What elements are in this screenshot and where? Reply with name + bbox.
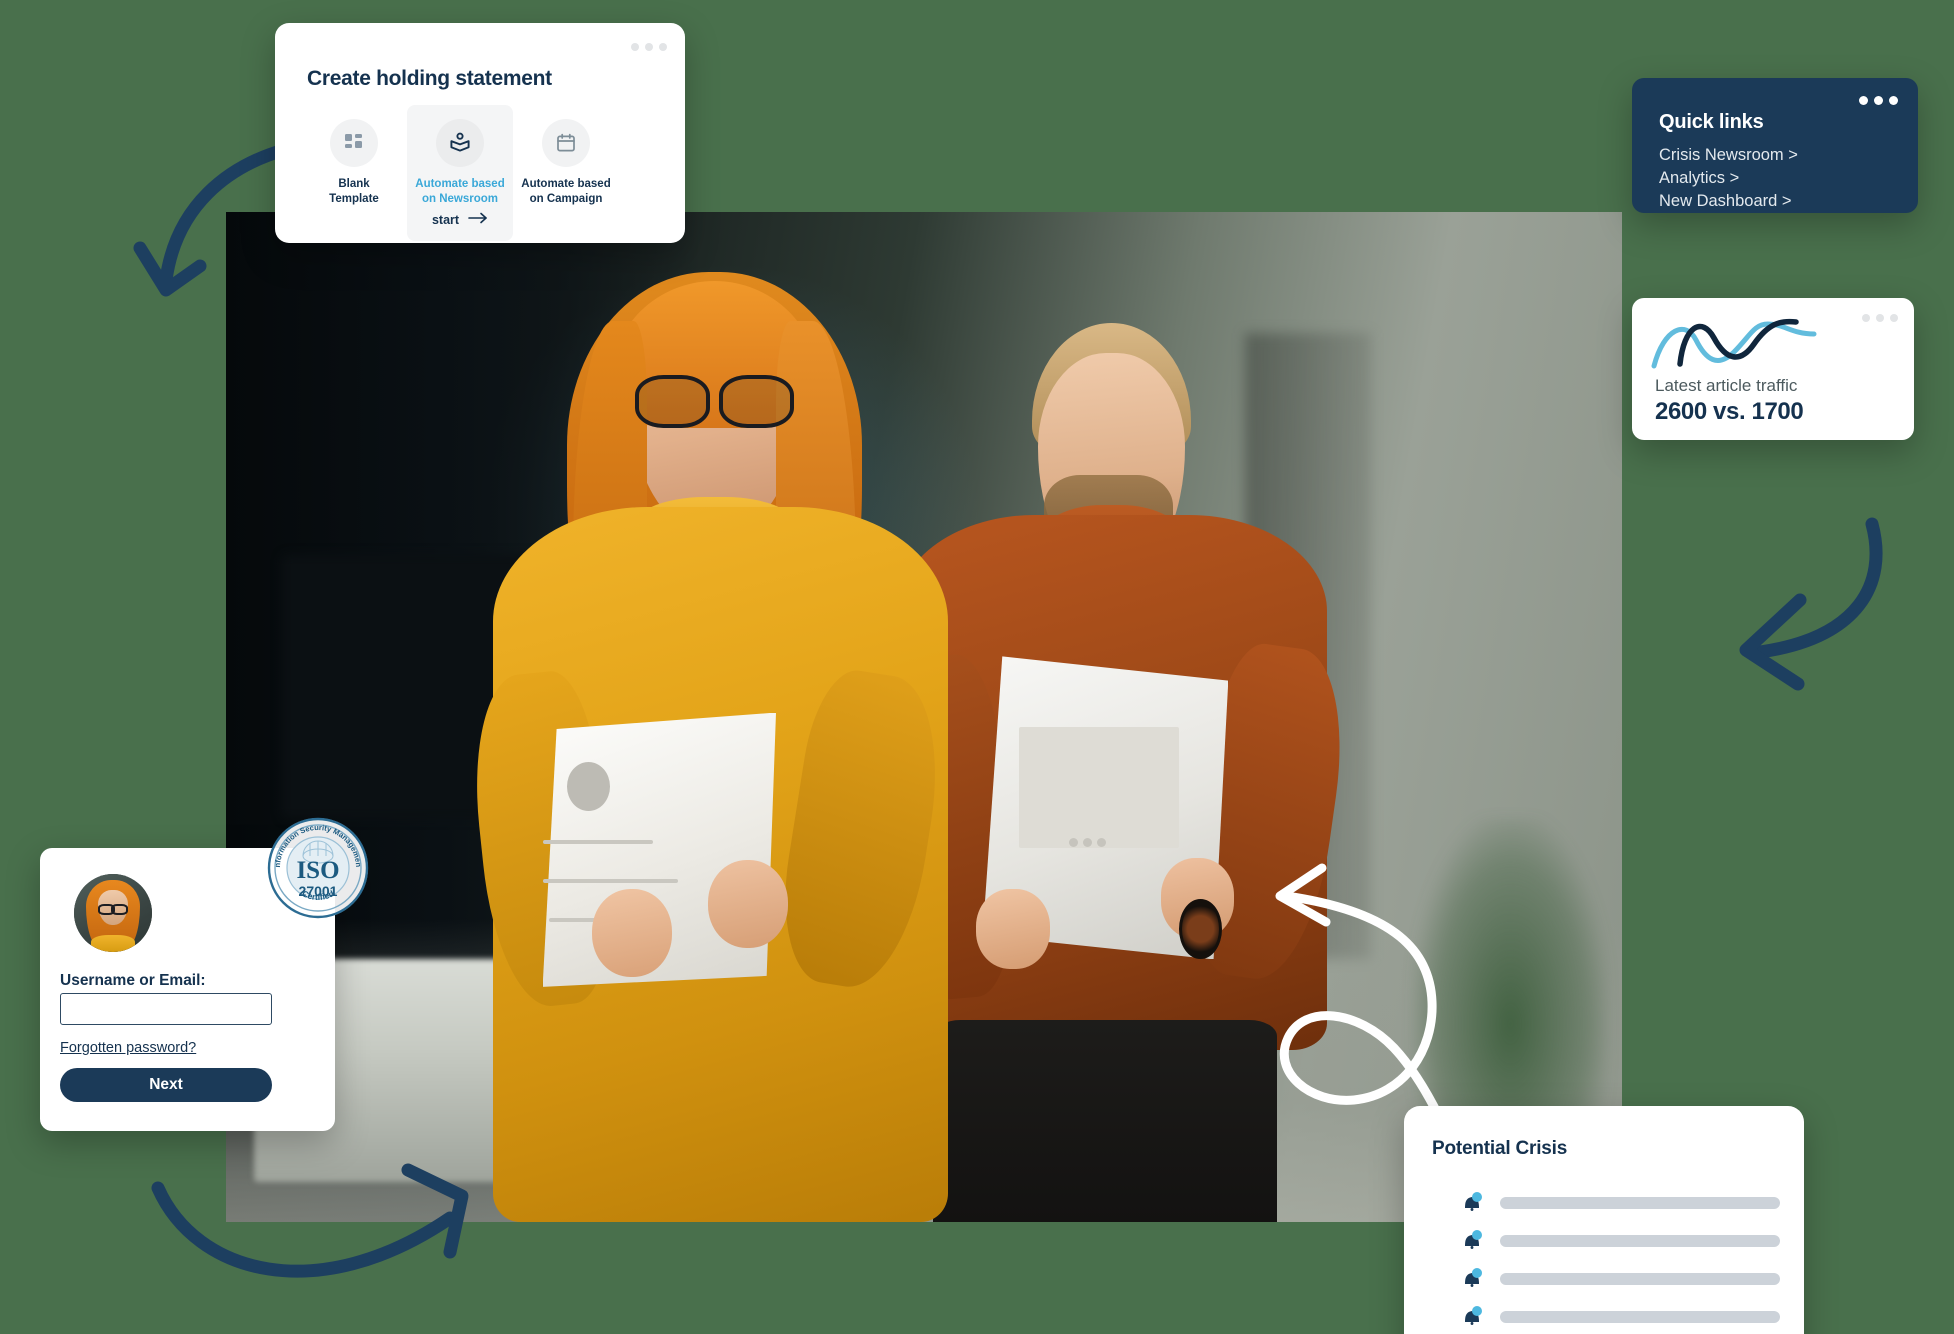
more-options-icon[interactable] xyxy=(631,43,667,51)
list-item[interactable] xyxy=(1460,1260,1780,1298)
woman-left-hand xyxy=(591,888,672,978)
option-label-line1: Blank xyxy=(338,178,370,190)
option-label-line1: Automate based xyxy=(521,178,611,190)
bell-alert-icon xyxy=(1460,1304,1484,1330)
arrow-right-icon xyxy=(468,212,488,227)
username-input[interactable] xyxy=(60,993,272,1025)
list-item[interactable] xyxy=(1460,1184,1780,1222)
woman-in-yellow-sweater xyxy=(407,242,1021,1222)
quick-link-new-dashboard[interactable]: New Dashboard > xyxy=(1659,190,1798,213)
username-field-label: Username or Email: xyxy=(60,972,206,989)
newsroom-book-icon xyxy=(436,119,484,167)
grid-template-icon xyxy=(330,119,378,167)
arrow-to-traffic-card xyxy=(1739,517,1883,691)
alert-text-placeholder xyxy=(1500,1311,1780,1323)
latest-article-traffic-card[interactable]: Latest article traffic 2600 vs. 1700 xyxy=(1632,298,1914,440)
bell-alert-icon xyxy=(1460,1190,1484,1216)
start-label: start xyxy=(431,212,460,227)
woman-glasses xyxy=(634,374,795,428)
option-label: Automate based on Campaign xyxy=(519,177,613,206)
iso-certification-badge: ISO 27001 Information Security Managemen… xyxy=(265,809,370,920)
option-label-line2: Template xyxy=(329,192,379,205)
svg-text:ISO: ISO xyxy=(296,857,339,884)
traffic-sparkline-icon xyxy=(1650,308,1830,379)
list-item[interactable] xyxy=(1460,1298,1780,1334)
avatar xyxy=(74,874,152,952)
forgotten-password-link[interactable]: Forgotten password? xyxy=(60,1040,196,1056)
template-option-list: Blank Template Automate based on Newsroo… xyxy=(301,105,619,241)
start-button[interactable]: start xyxy=(301,212,619,227)
option-label-line2: on Newsroom xyxy=(421,192,499,205)
document-a-chart xyxy=(567,761,611,811)
bell-alert-icon xyxy=(1460,1228,1484,1254)
calendar-icon xyxy=(542,119,590,167)
option-label: Blank Template xyxy=(307,177,401,206)
quick-links-card[interactable]: Quick links Crisis Newsroom > Analytics … xyxy=(1632,78,1918,213)
traffic-label: Latest article traffic xyxy=(1655,376,1798,395)
man-wristwatch xyxy=(1179,898,1223,960)
alert-text-placeholder xyxy=(1500,1273,1780,1285)
hero-photo xyxy=(226,212,1622,1222)
document-a-line xyxy=(542,839,654,844)
alert-text-placeholder xyxy=(1500,1197,1780,1209)
alert-text-placeholder xyxy=(1500,1235,1780,1247)
card-title: Create holding statement xyxy=(307,67,552,90)
document-a-line xyxy=(542,879,678,884)
more-options-icon[interactable] xyxy=(1859,96,1898,105)
option-automate-newsroom[interactable]: Automate based on Newsroom start xyxy=(407,105,513,241)
option-label-line1: Automate based xyxy=(415,178,505,190)
crisis-alert-list xyxy=(1460,1184,1780,1334)
woman-right-hand xyxy=(708,859,789,948)
create-holding-statement-card[interactable]: Create holding statement Blank Template xyxy=(275,23,685,243)
next-button[interactable]: Next xyxy=(60,1068,272,1102)
card-title: Potential Crisis xyxy=(1432,1138,1568,1159)
promo-collage: Create holding statement Blank Template xyxy=(0,0,1954,1334)
traffic-value: 2600 vs. 1700 xyxy=(1655,398,1804,425)
bell-alert-icon xyxy=(1460,1266,1484,1292)
quick-link-analytics[interactable]: Analytics > xyxy=(1659,167,1798,190)
potential-crisis-card[interactable]: Potential Crisis xyxy=(1404,1106,1804,1334)
more-options-icon[interactable] xyxy=(1862,314,1898,322)
quick-link-crisis-newsroom[interactable]: Crisis Newsroom > xyxy=(1659,144,1798,167)
list-item[interactable] xyxy=(1460,1222,1780,1260)
option-label-line2: on Campaign xyxy=(529,192,603,205)
quick-links-list: Crisis Newsroom > Analytics > New Dashbo… xyxy=(1659,144,1798,212)
document-b-block xyxy=(1019,727,1180,849)
document-b-dots xyxy=(1068,838,1106,848)
card-title: Quick links xyxy=(1659,111,1764,133)
option-label: Automate based on Newsroom xyxy=(413,177,507,206)
